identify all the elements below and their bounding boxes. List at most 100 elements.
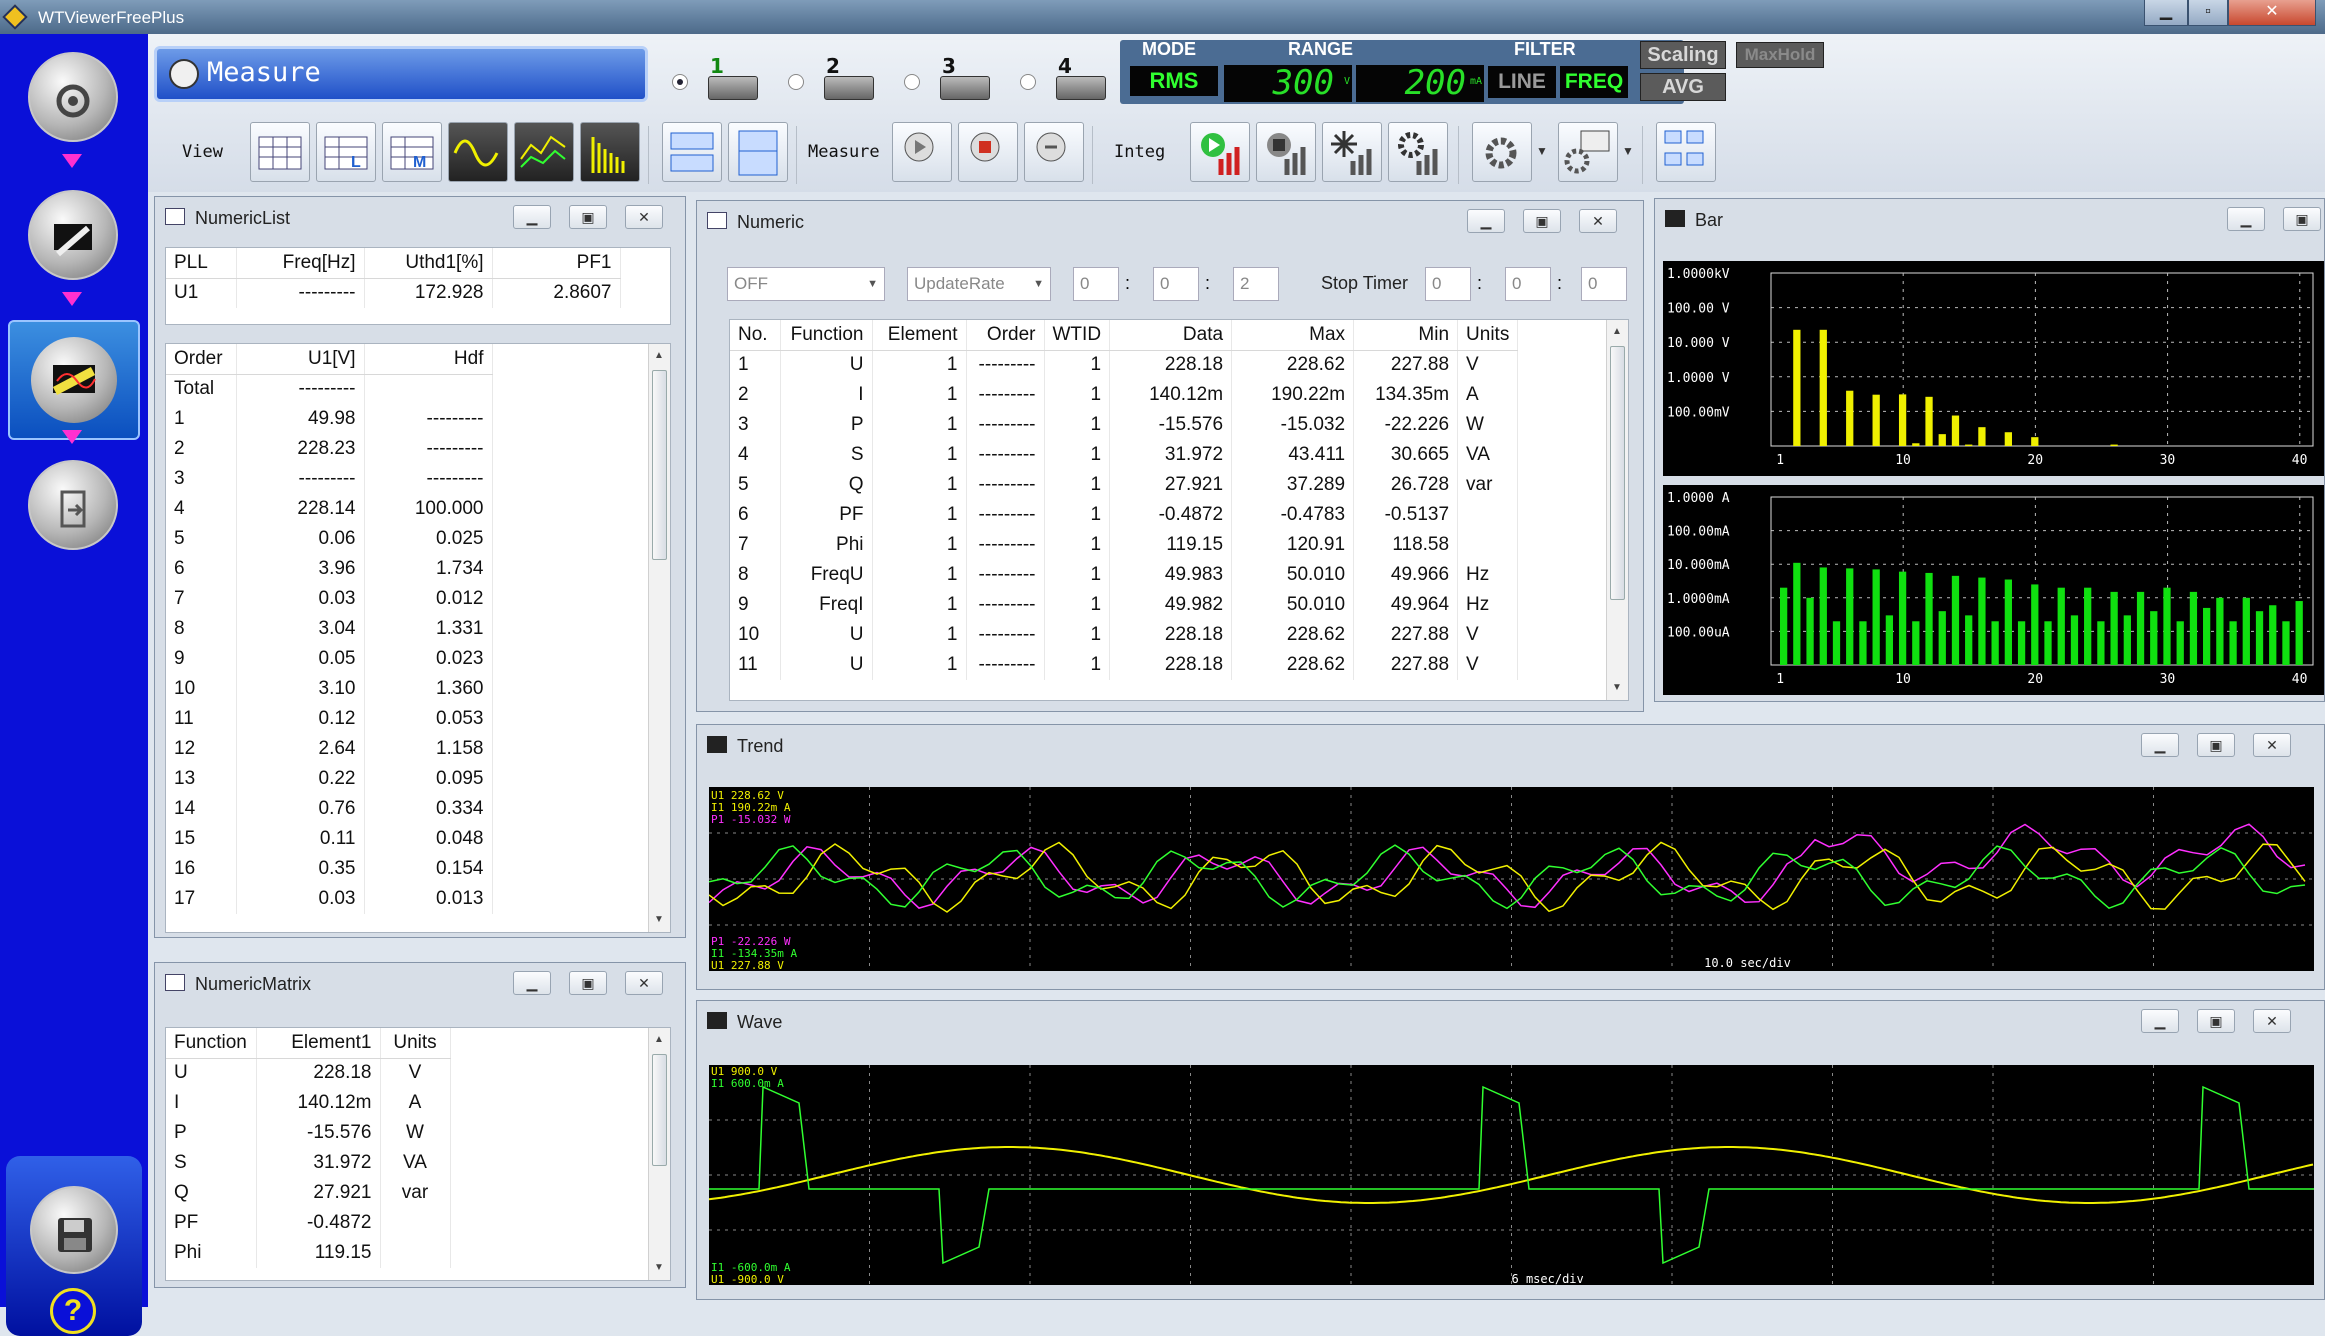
table-row[interactable]: 6 3.96 1.734 [166, 554, 493, 584]
table-row[interactable]: 7 0.03 0.012 [166, 584, 493, 614]
element-2-radio[interactable] [788, 74, 804, 90]
bar-maximize-button[interactable]: ▣ [2283, 207, 2321, 231]
save-button[interactable] [30, 1186, 118, 1274]
numeric-close-button[interactable]: ✕ [1579, 209, 1617, 233]
column-header[interactable]: Freq[Hz] [236, 248, 365, 279]
stop-timer-hour[interactable]: 0 [1425, 267, 1471, 301]
integ-settings-button[interactable] [1388, 122, 1448, 182]
element-1-selector[interactable]: 1 [672, 54, 772, 106]
timer-minute-stepper[interactable]: 0 [1153, 267, 1199, 301]
view-numeric-matrix-button[interactable]: M [382, 122, 442, 182]
table-row[interactable]: 15 0.11 0.048 [166, 824, 493, 854]
view-trend-button[interactable] [514, 122, 574, 182]
column-header[interactable]: Min [1353, 320, 1459, 351]
mode-value[interactable]: RMS [1130, 66, 1218, 96]
maximize-button[interactable]: ▫ [2188, 0, 2228, 26]
table-row[interactable]: 1 U 1 --------- 1 228.18 228.62 227.88 V [730, 350, 1519, 380]
table-row[interactable]: 3 P 1 --------- 1 -15.576 -15.032 -22.226 W [730, 410, 1519, 440]
table-row[interactable]: 2 I 1 --------- 1 140.12m 190.22m 134.35m A [730, 380, 1519, 410]
column-header[interactable]: Order [966, 320, 1045, 351]
integ-start-button[interactable] [1190, 122, 1250, 182]
column-header[interactable]: Hdf [364, 344, 493, 375]
timer-second-stepper[interactable]: 2 [1233, 267, 1279, 301]
table-row[interactable]: 4 228.14 100.000 [166, 494, 493, 524]
column-header[interactable]: Uthd1[%] [364, 248, 493, 279]
table-row[interactable]: 11 0.12 0.053 [166, 704, 493, 734]
column-header[interactable]: Function [780, 320, 873, 351]
wave-close-button[interactable]: ✕ [2253, 1009, 2291, 1033]
table-row[interactable]: P -15.576 W [166, 1118, 451, 1148]
table-row[interactable]: 10 U 1 --------- 1 228.18 228.62 227.88 V [730, 620, 1519, 650]
element-3-selector[interactable]: 3 [904, 54, 1004, 106]
numeric-list-header[interactable]: NumericList ▁ ▣ ✕ [155, 197, 685, 233]
trend-maximize-button[interactable]: ▣ [2197, 733, 2235, 757]
numeric-scrollbar[interactable]: ▲ ▼ [1606, 320, 1628, 700]
view-wave-button[interactable] [448, 122, 508, 182]
hold-select[interactable]: OFF ▼ [727, 267, 885, 301]
settings-dropdown-icon[interactable]: ▼ [1536, 144, 1548, 158]
bar-header[interactable]: Bar ▁ ▣ [1655, 199, 2324, 235]
column-header[interactable]: No. [730, 320, 781, 351]
timer-hour-stepper[interactable]: 0 [1073, 267, 1119, 301]
table-row[interactable]: 12 2.64 1.158 [166, 734, 493, 764]
table-row[interactable]: 16 0.35 0.154 [166, 854, 493, 884]
update-rate-select[interactable]: UpdateRate ▼ [907, 267, 1051, 301]
column-header[interactable]: Function [166, 1028, 257, 1059]
sidebar-connect-button[interactable] [28, 52, 118, 142]
view-numeric-button[interactable] [250, 122, 310, 182]
numeric-list-maximize-button[interactable]: ▣ [569, 205, 607, 229]
column-header[interactable]: U1[V] [236, 344, 365, 375]
layout-button[interactable] [1656, 122, 1716, 182]
filter-freq-button[interactable]: FREQ [1560, 66, 1628, 98]
settings-button[interactable] [1472, 122, 1532, 182]
numeric-minimize-button[interactable]: ▁ [1467, 209, 1505, 233]
table-row[interactable]: 8 FreqU 1 --------- 1 49.983 50.010 49.966 Hz [730, 560, 1519, 590]
numeric-maximize-button[interactable]: ▣ [1523, 209, 1561, 233]
transfer-dropdown-icon[interactable]: ▼ [1622, 144, 1634, 158]
table-row[interactable]: Phi 119.15 [166, 1238, 451, 1268]
trend-minimize-button[interactable]: ▁ [2141, 733, 2179, 757]
avg-button[interactable]: AVG [1640, 73, 1726, 101]
numeric-list-scrollbar[interactable]: ▲ ▼ [648, 344, 670, 932]
column-header[interactable]: Element1 [256, 1028, 381, 1059]
measure-stop-button[interactable] [958, 122, 1018, 182]
table-row[interactable]: 4 S 1 --------- 1 31.972 43.411 30.665 VA [730, 440, 1519, 470]
numeric-matrix-header[interactable]: NumericMatrix ▁ ▣ ✕ [155, 963, 685, 999]
column-header[interactable]: Max [1231, 320, 1355, 351]
sidebar-measure-button[interactable] [8, 320, 140, 440]
table-row[interactable]: 9 FreqI 1 --------- 1 49.982 50.010 49.964 Hz [730, 590, 1519, 620]
wave-minimize-button[interactable]: ▁ [2141, 1009, 2179, 1033]
element-2-selector[interactable]: 2 [788, 54, 888, 106]
summary-row[interactable]: U1 --------- 172.928 2.8607 [166, 278, 621, 308]
wave-header[interactable]: Wave ▁ ▣ ✕ [697, 1001, 2324, 1037]
table-row[interactable]: 10 3.10 1.360 [166, 674, 493, 704]
table-row[interactable]: Q 27.921 var [166, 1178, 451, 1208]
sidebar-exit-button[interactable] [28, 460, 118, 550]
table-row[interactable]: 8 3.04 1.331 [166, 614, 493, 644]
table-row[interactable]: 9 0.05 0.023 [166, 644, 493, 674]
trend-header[interactable]: Trend ▁ ▣ ✕ [697, 725, 2324, 761]
column-header[interactable]: Order [166, 344, 237, 375]
table-row[interactable]: 5 0.06 0.025 [166, 524, 493, 554]
close-button[interactable]: ✕ [2228, 0, 2316, 26]
table-row[interactable]: 14 0.76 0.334 [166, 794, 493, 824]
range-current[interactable]: 200 mA [1356, 65, 1484, 102]
view-bar-button[interactable] [580, 122, 640, 182]
numeric-list-minimize-button[interactable]: ▁ [513, 205, 551, 229]
element-1-radio[interactable] [672, 74, 688, 90]
tile-vertical-button[interactable] [728, 122, 788, 182]
stop-timer-second[interactable]: 0 [1581, 267, 1627, 301]
table-row[interactable]: S 31.972 VA [166, 1148, 451, 1178]
sidebar-settings-button[interactable] [28, 190, 118, 280]
numeric-matrix-close-button[interactable]: ✕ [625, 971, 663, 995]
integ-stop-button[interactable] [1256, 122, 1316, 182]
column-header[interactable]: PF1 [492, 248, 621, 279]
numeric-header[interactable]: Numeric ▁ ▣ ✕ [697, 201, 1643, 237]
column-header[interactable]: Data [1109, 320, 1233, 351]
table-row[interactable]: 2 228.23 --------- [166, 434, 493, 464]
view-numeric-list-button[interactable]: L [316, 122, 376, 182]
column-header[interactable]: PLL [166, 248, 237, 279]
table-row[interactable]: 1 49.98 --------- [166, 404, 493, 434]
minimize-button[interactable]: ▁ [2144, 0, 2188, 26]
measure-mode-button[interactable]: Measure [154, 46, 648, 102]
